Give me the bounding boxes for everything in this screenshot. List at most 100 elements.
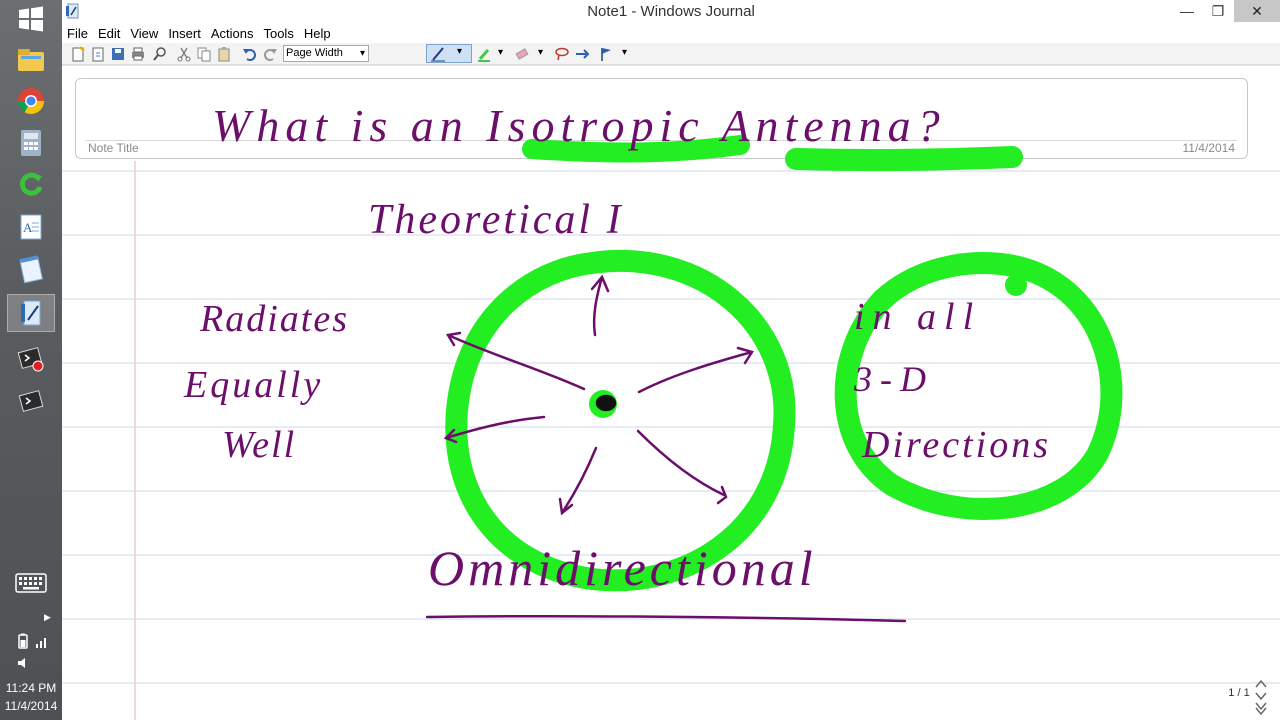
taskbar-powershell[interactable] <box>7 382 55 420</box>
refresh-app-icon <box>19 172 43 196</box>
chevron-down-icon: ▾ <box>359 48 365 59</box>
taskbar-wordpad[interactable]: A <box>7 208 55 246</box>
handwriting-equally: Equally <box>183 364 323 406</box>
insert-space-button[interactable] <box>574 46 590 62</box>
keyboard-icon <box>15 573 47 593</box>
journal-icon <box>21 300 41 326</box>
taskbar-chrome[interactable] <box>7 82 55 120</box>
menu-edit[interactable]: Edit <box>97 26 121 41</box>
highlighter-dropdown-icon[interactable]: ▾ <box>498 47 503 58</box>
new-note-icon <box>72 46 85 62</box>
clock-date[interactable]: 11/4/2014 <box>0 699 62 713</box>
cut-button[interactable] <box>176 46 192 62</box>
find-icon <box>153 47 166 61</box>
close-button[interactable]: ✕ <box>1234 0 1280 22</box>
omnidirectional-underline <box>425 614 907 623</box>
note-page[interactable]: Note Title 11/4/2014 What is an Isotropi… <box>62 65 1280 720</box>
handwriting-3d: 3-D <box>853 359 934 399</box>
copy-button[interactable] <box>196 46 212 62</box>
menu-tools[interactable]: Tools <box>262 26 294 41</box>
print-icon <box>132 47 144 61</box>
copy-icon <box>197 47 211 62</box>
eraser-button[interactable] <box>514 46 530 62</box>
ink-layer: What is an Isotropic Antenna? Theoretica… <box>183 100 1123 623</box>
zoom-select[interactable]: Page Width ▾ <box>283 45 369 62</box>
open-note-icon <box>92 47 104 62</box>
arrow-up <box>590 274 610 337</box>
handwriting-radiates: Radiates <box>199 298 349 340</box>
handwriting-directions: Directions <box>861 424 1051 466</box>
arrow-right-down <box>636 429 728 505</box>
taskbar-notepad[interactable] <box>7 250 55 288</box>
notepad-icon <box>19 255 43 284</box>
find-button[interactable] <box>152 46 168 62</box>
paste-button[interactable] <box>216 46 232 62</box>
unused-stroke <box>860 505 880 580</box>
eraser-dropdown-icon[interactable]: ▾ <box>538 47 543 58</box>
start-button[interactable] <box>7 0 55 38</box>
handwriting-well: Well <box>222 424 296 466</box>
file-explorer-icon <box>18 49 44 71</box>
handwriting-title: What is an Isotropic Antenna? <box>212 100 946 151</box>
toolbar: Page Width ▾ ▾ ▾ ▾ ▾ <box>62 43 1280 65</box>
cut-icon <box>177 47 191 62</box>
chrome-icon <box>17 88 45 115</box>
battery-icon <box>18 633 46 649</box>
open-button[interactable] <box>90 46 106 62</box>
powershell-record-icon <box>17 347 44 372</box>
highlighter-button[interactable] <box>476 46 492 62</box>
lasso-button[interactable] <box>554 46 570 62</box>
undo-button[interactable] <box>242 46 258 62</box>
wordpad-icon: A <box>20 214 42 240</box>
pen-icon <box>431 47 445 62</box>
page-indicator: 1 / 1 <box>1228 687 1250 699</box>
handwriting-theoretical: Theoretical I <box>368 197 624 243</box>
taskbar-journal[interactable] <box>7 294 55 332</box>
menu-file[interactable]: File <box>66 26 89 41</box>
new-note-button[interactable] <box>70 46 86 62</box>
title-bar: Note1 - Windows Journal — ❐ ✕ <box>62 0 1280 23</box>
taskbar-calculator[interactable] <box>7 124 55 162</box>
menu-actions[interactable]: Actions <box>210 26 255 41</box>
arrow-down <box>558 446 598 516</box>
highlighter-icon <box>478 49 490 62</box>
zoom-value: Page Width <box>286 47 343 59</box>
highlight-blob <box>1005 274 1027 296</box>
minimize-button[interactable]: — <box>1172 0 1202 22</box>
restore-button[interactable]: ❐ <box>1204 0 1232 22</box>
arrow-right <box>637 346 754 394</box>
print-button[interactable] <box>130 46 146 62</box>
page-scroller[interactable] <box>1252 677 1270 717</box>
taskbar: A ▶ 11:24 PM 11/4/2014 <box>0 0 62 720</box>
svg-text:A: A <box>23 220 33 235</box>
sphere-circle <box>445 249 796 592</box>
taskbar-refresh-app[interactable] <box>7 166 55 204</box>
taskbar-file-explorer[interactable] <box>7 40 55 78</box>
menu-help[interactable]: Help <box>303 26 332 41</box>
handwriting-in-all: in all <box>854 296 981 338</box>
tray-status[interactable] <box>16 632 50 655</box>
save-icon <box>112 48 124 60</box>
pen-dropdown-icon[interactable]: ▾ <box>457 46 462 57</box>
taskbar-powershell-record[interactable] <box>7 340 55 378</box>
menu-insert[interactable]: Insert <box>167 26 202 41</box>
flag-icon <box>601 48 611 61</box>
touch-keyboard-button[interactable] <box>7 566 55 600</box>
handwriting-omnidirectional: Omnidirectional <box>428 540 817 596</box>
flag-button[interactable] <box>598 46 614 62</box>
tray-expand-icon[interactable]: ▶ <box>44 612 51 623</box>
undo-icon <box>243 49 256 61</box>
save-button[interactable] <box>110 46 126 62</box>
clock-time[interactable]: 11:24 PM <box>0 681 62 695</box>
pen-tool-group[interactable]: ▾ <box>426 44 472 63</box>
redo-button[interactable] <box>262 46 278 62</box>
redo-icon <box>264 49 277 61</box>
highlight-antenna <box>785 146 1023 172</box>
page-nav-icon <box>1255 679 1267 716</box>
volume-icon[interactable] <box>16 656 30 675</box>
powershell-icon <box>18 390 44 412</box>
window-title: Note1 - Windows Journal <box>587 3 755 20</box>
menu-bar: File Edit View Insert Actions Tools Help <box>62 23 1280 43</box>
flag-dropdown-icon[interactable]: ▾ <box>622 47 627 58</box>
menu-view[interactable]: View <box>129 26 159 41</box>
